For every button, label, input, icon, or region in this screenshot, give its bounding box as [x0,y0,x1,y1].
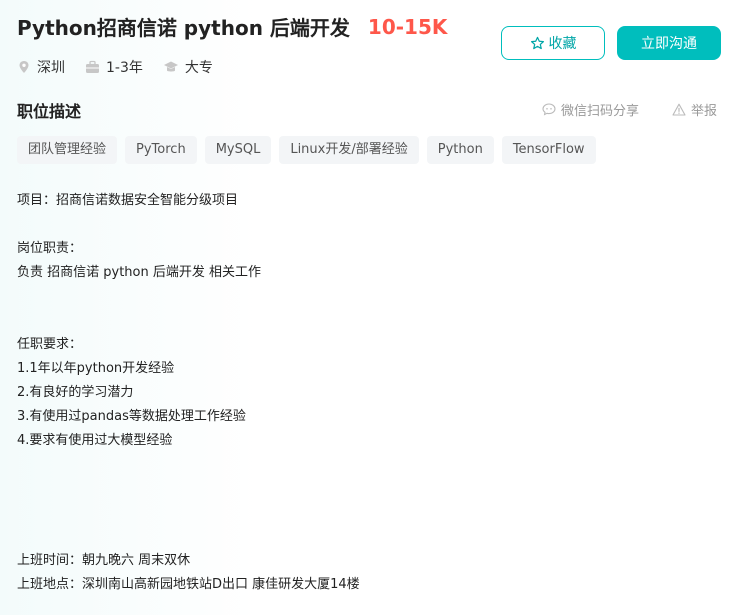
report-label: 举报 [691,104,718,119]
job-meta: 深圳 1-3年 大专 [17,57,233,77]
duties-line: 负责 招商信诺 python 后端开发 相关工作 [17,265,262,280]
skill-tag: Python [426,136,494,164]
share-label: 微信扫码分享 [561,104,640,119]
requirement-item: 2.有良好的学习潜力 [17,385,134,400]
skill-tag: Linux开发/部署经验 [279,136,419,164]
job-header: Python招商信诺 python 后端开发 10-15K 深圳 1-3年 大专… [0,0,736,90]
education-text: 大专 [184,60,213,76]
requirement-item: 1.1年以年python开发经验 [17,361,175,376]
skill-tags: 团队管理经验 PyTorch MySQL Linux开发/部署经验 Python… [17,136,604,164]
work-time-line: 上班时间：朝九晚六 周末双休 [17,553,191,568]
graduation-cap-icon [163,61,178,72]
report-link[interactable]: 举报 [672,100,717,119]
briefcase-icon [86,60,99,73]
requirements-title: 任职要求： [17,337,83,352]
work-place-line: 上班地点：深圳南山高新园地铁站D出口 康佳研发大厦14楼 [17,577,360,592]
star-icon [530,36,544,49]
skill-tag: TensorFlow [501,136,596,164]
duties-title: 岗位职责： [17,241,83,256]
title-row: Python招商信诺 python 后端开发 10-15K [17,12,447,41]
chat-now-button[interactable]: 立即沟通 [617,26,721,60]
location-icon [19,61,29,73]
meta-education: 大专 [163,57,213,77]
skill-tag: 团队管理经验 [17,136,118,164]
job-title: Python招商信诺 python 后端开发 [17,16,350,40]
skill-tag: MySQL [204,136,272,164]
experience-text: 1-3年 [106,60,143,76]
city-text: 深圳 [37,60,65,76]
job-description: 项目：招商信诺数据安全智能分级项目 岗位职责： 负责 招商信诺 python 后… [17,189,717,597]
salary: 10-15K [367,14,448,39]
requirement-item: 4.要求有使用过大模型经验 [17,433,173,448]
project-line: 项目：招商信诺数据安全智能分级项目 [17,193,239,208]
wechat-icon [542,103,556,116]
job-detail-page: Python招商信诺 python 后端开发 10-15K 深圳 1-3年 大专… [0,0,736,615]
requirement-item: 3.有使用过pandas等数据处理工作经验 [17,409,246,424]
collect-label: 收藏 [548,36,577,52]
chat-label: 立即沟通 [641,36,697,52]
skill-tag: PyTorch [125,136,197,164]
warning-icon [672,103,686,116]
meta-city: 深圳 [17,57,65,77]
collect-button[interactable]: 收藏 [501,26,605,60]
meta-experience: 1-3年 [85,57,143,77]
wechat-share-link[interactable]: 微信扫码分享 [542,100,639,119]
section-title: 职位描述 [17,102,82,121]
